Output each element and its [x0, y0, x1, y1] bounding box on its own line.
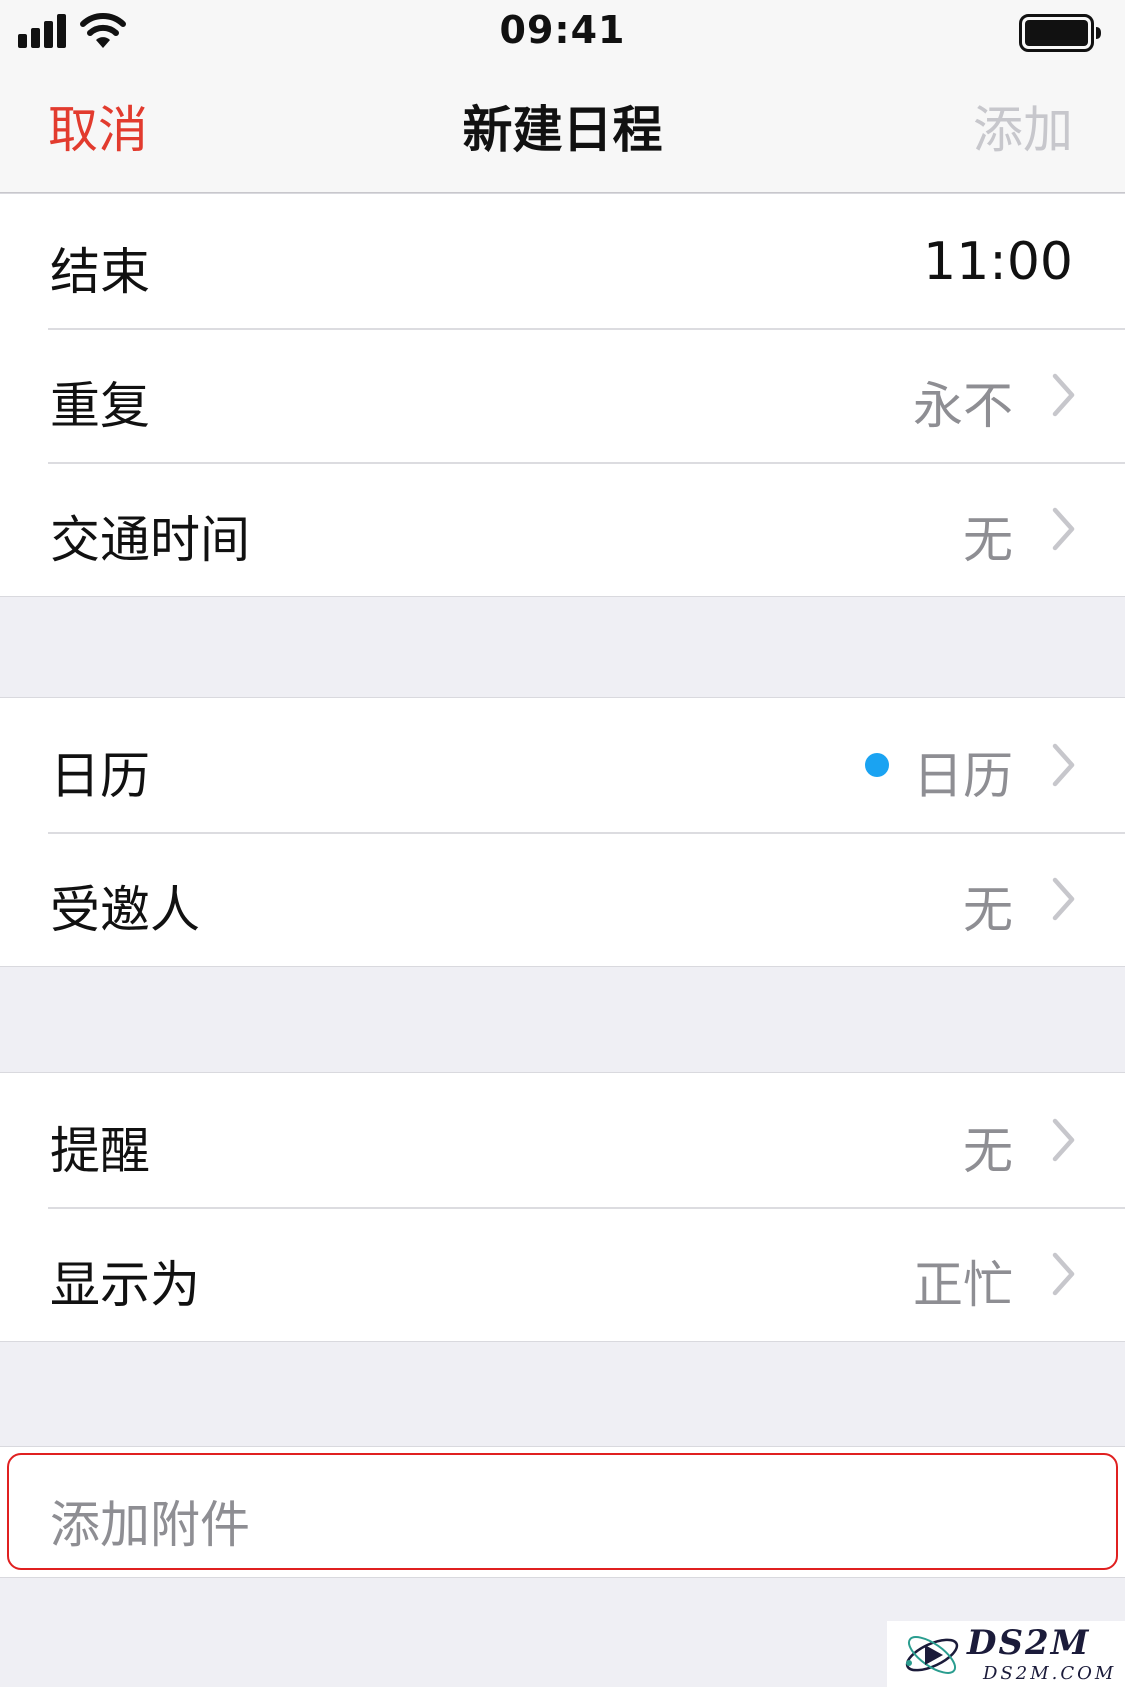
travel-time-value: 无 — [963, 511, 1013, 569]
chevron-right-icon — [1052, 743, 1075, 787]
calendar-label: 日历 — [50, 747, 150, 805]
alert-row[interactable]: 提醒 无 — [0, 1073, 1125, 1207]
chevron-right-icon — [1052, 507, 1075, 551]
invitees-label: 受邀人 — [50, 881, 200, 939]
watermark-title: DS2M — [967, 1623, 1091, 1663]
end-label: 结束 — [50, 243, 150, 301]
attachment-group: 添加附件 — [0, 1446, 1125, 1578]
show-as-value: 正忙 — [913, 1256, 1013, 1314]
page-title: 新建日程 — [462, 101, 663, 159]
repeat-value: 永不 — [913, 377, 1013, 435]
add-attachment-label: 添加附件 — [50, 1496, 250, 1554]
watermark: DS2M DS2M.COM — [887, 1621, 1125, 1687]
chevron-right-icon — [1052, 877, 1075, 921]
logo-icon — [905, 1636, 959, 1674]
status-bar: 09:41 — [0, 0, 1125, 66]
travel-time-row[interactable]: 交通时间 无 — [0, 462, 1125, 596]
chevron-right-icon — [1052, 373, 1075, 417]
chevron-right-icon — [1052, 1252, 1075, 1296]
repeat-label: 重复 — [50, 377, 150, 435]
invitees-row[interactable]: 受邀人 无 — [0, 832, 1125, 966]
nav-bar: 取消 新建日程 添加 — [0, 66, 1125, 194]
invitees-value: 无 — [963, 881, 1013, 939]
show-as-row[interactable]: 显示为 正忙 — [0, 1207, 1125, 1341]
calendar-group: 日历 日历 受邀人 无 — [0, 697, 1125, 967]
calendar-color-dot — [865, 753, 889, 777]
end-value: 11:00 — [923, 232, 1073, 292]
alert-value: 无 — [963, 1122, 1013, 1180]
add-attachment-row[interactable]: 添加附件 — [0, 1447, 1125, 1577]
calendar-value: 日历 — [913, 747, 1013, 805]
alert-group: 提醒 无 显示为 正忙 — [0, 1072, 1125, 1342]
chevron-right-icon — [1052, 1118, 1075, 1162]
battery-icon — [1019, 14, 1101, 52]
event-time-group: 结束 11:00 重复 永不 交通时间 无 — [0, 193, 1125, 597]
watermark-subtitle: DS2M.COM — [983, 1663, 1117, 1684]
add-button[interactable]: 添加 — [973, 90, 1073, 162]
show-as-label: 显示为 — [50, 1256, 200, 1314]
repeat-row[interactable]: 重复 永不 — [0, 328, 1125, 462]
end-row[interactable]: 结束 11:00 — [0, 194, 1125, 328]
travel-time-label: 交通时间 — [50, 511, 250, 569]
status-time: 09:41 — [499, 8, 626, 52]
calendar-row[interactable]: 日历 日历 — [0, 698, 1125, 832]
alert-label: 提醒 — [50, 1122, 150, 1180]
